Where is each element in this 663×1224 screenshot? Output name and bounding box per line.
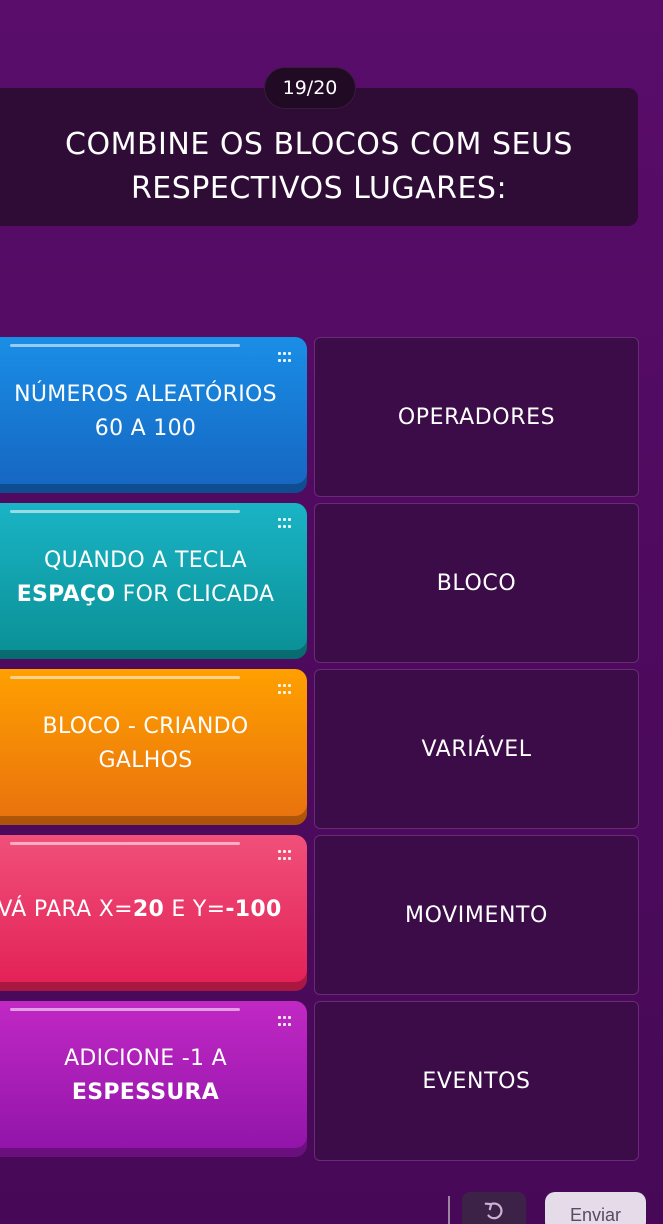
drop-target-movement[interactable]: MOVIMENTO bbox=[314, 835, 639, 995]
block-text: QUANDO A TECLA bbox=[44, 548, 247, 573]
drag-handle-icon[interactable] bbox=[278, 850, 292, 862]
draggable-block-space-key[interactable]: QUANDO A TECLA ESPAÇO FOR CLICADA bbox=[0, 503, 307, 659]
match-row: VÁ PARA X=20 E Y=-100 MOVIMENTO bbox=[0, 835, 663, 995]
draggable-block-add-thickness[interactable]: ADICIONE -1 A ESPESSURA bbox=[0, 1001, 307, 1157]
drag-handle-icon[interactable] bbox=[278, 1016, 292, 1028]
block-text: ADICIONE -1 A bbox=[64, 1046, 227, 1071]
draggable-block-go-to-xy[interactable]: VÁ PARA X=20 E Y=-100 bbox=[0, 835, 307, 991]
question-line-2: RESPECTIVOS LUGARES: bbox=[130, 171, 508, 206]
match-row: BLOCO - CRIANDO GALHOS VARIÁVEL bbox=[0, 669, 663, 829]
block-text: E Y= bbox=[164, 897, 226, 922]
block-text: ESPAÇO FOR CLICADA bbox=[17, 578, 275, 612]
drop-target-variable[interactable]: VARIÁVEL bbox=[314, 669, 639, 829]
question-line-1: COMBINE OS BLOCOS COM SEUS bbox=[65, 127, 573, 162]
drag-handle-icon[interactable] bbox=[278, 518, 292, 530]
draggable-block-creating-branches[interactable]: BLOCO - CRIANDO GALHOS bbox=[0, 669, 307, 825]
send-button[interactable]: Enviar bbox=[545, 1192, 646, 1224]
target-label: MOVIMENTO bbox=[405, 902, 548, 928]
match-row: QUANDO A TECLA ESPAÇO FOR CLICADA BLOCO bbox=[0, 503, 663, 663]
draggable-block-random-numbers[interactable]: NÚMEROS ALEATÓRIOS 60 A 100 bbox=[0, 337, 307, 493]
drop-target-events[interactable]: EVENTOS bbox=[314, 1001, 639, 1161]
block-text: NÚMEROS ALEATÓRIOS bbox=[14, 382, 277, 407]
question-counter: 19/20 bbox=[264, 67, 356, 109]
block-text-bold: 20 bbox=[132, 897, 165, 922]
block-text-bold: -100 bbox=[225, 897, 282, 922]
drop-target-operators[interactable]: OPERADORES bbox=[314, 337, 639, 497]
block-text: 60 A 100 bbox=[94, 416, 197, 441]
drag-handle-icon[interactable] bbox=[278, 352, 292, 364]
match-row: NÚMEROS ALEATÓRIOS 60 A 100 OPERADORES bbox=[0, 337, 663, 497]
block-text: ESPESSURA bbox=[64, 1076, 227, 1110]
block-text-bold: ESPAÇO bbox=[16, 582, 116, 607]
match-row: ADICIONE -1 A ESPESSURA EVENTOS bbox=[0, 1001, 663, 1161]
divider bbox=[448, 1196, 450, 1224]
card-shine bbox=[10, 842, 240, 845]
block-text: FOR CLICADA bbox=[115, 582, 275, 607]
drop-target-block[interactable]: BLOCO bbox=[314, 503, 639, 663]
target-label: OPERADORES bbox=[397, 404, 556, 430]
block-text: VÁ PARA X= bbox=[0, 897, 133, 922]
block-text-bold: ESPESSURA bbox=[71, 1080, 220, 1105]
target-label: VARIÁVEL bbox=[421, 736, 532, 762]
block-text: GALHOS bbox=[98, 748, 193, 773]
drag-handle-icon[interactable] bbox=[278, 684, 292, 696]
card-shine bbox=[10, 676, 240, 679]
card-shine bbox=[10, 344, 240, 347]
block-text: BLOCO - CRIANDO bbox=[42, 714, 249, 739]
target-label: BLOCO bbox=[436, 570, 517, 596]
card-shine bbox=[10, 510, 240, 513]
undo-button[interactable] bbox=[462, 1192, 526, 1224]
card-shine bbox=[10, 1008, 240, 1011]
target-label: EVENTOS bbox=[422, 1068, 531, 1094]
undo-icon bbox=[484, 1202, 503, 1220]
